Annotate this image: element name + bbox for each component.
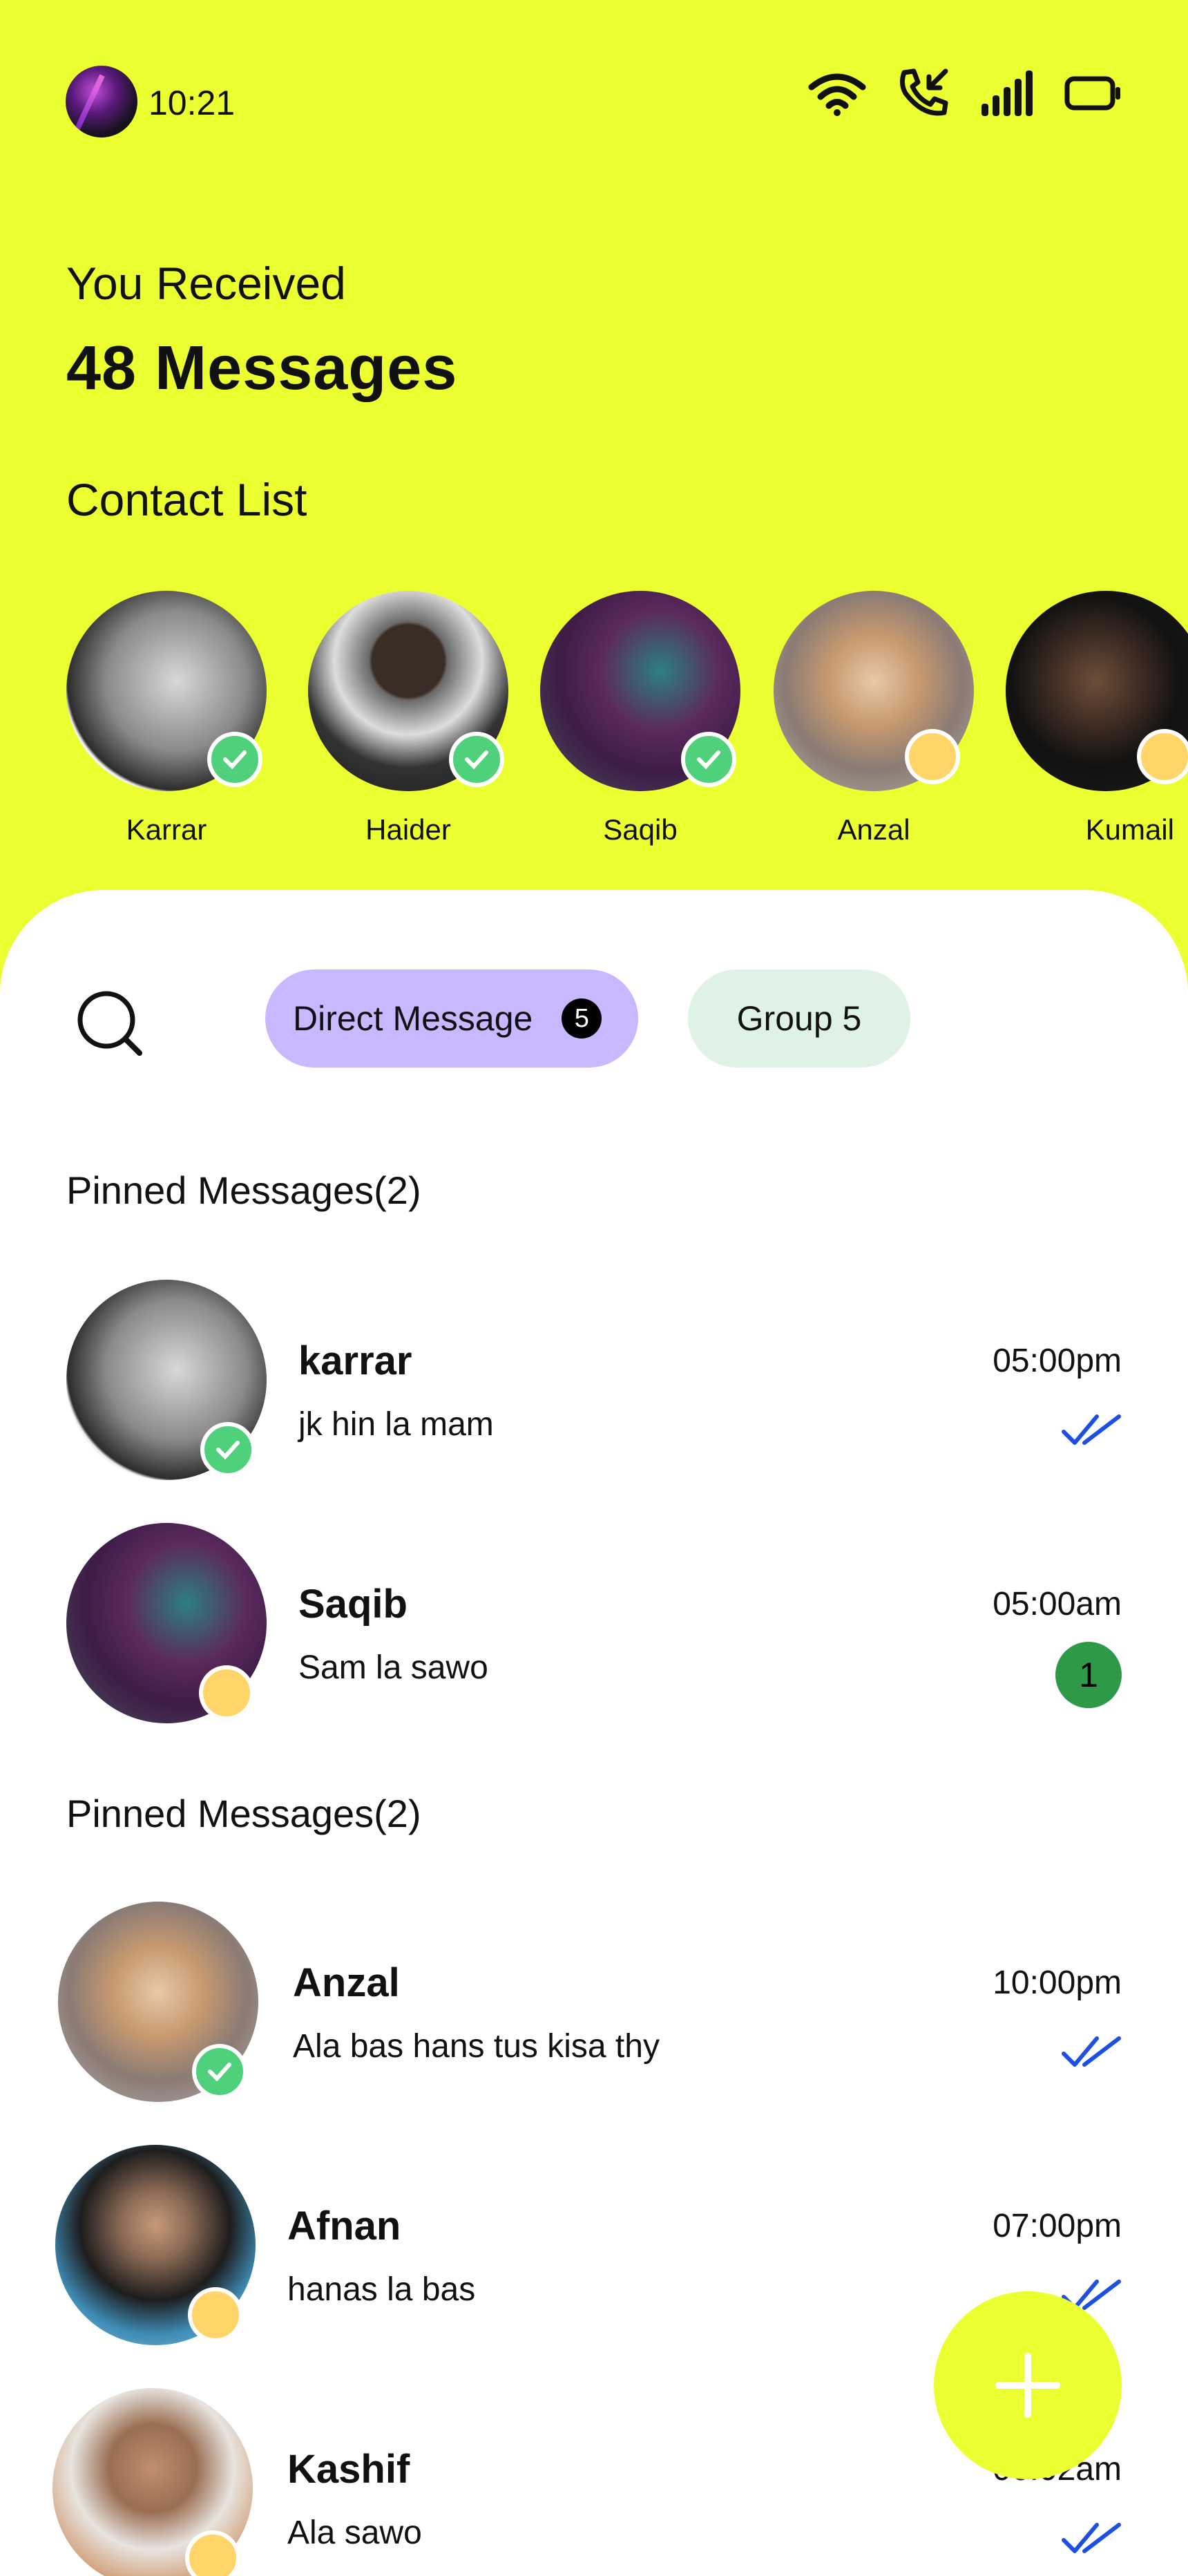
online-badge [449,732,504,787]
messages-count: 48 Messages [66,334,458,403]
contact-karrar[interactable]: Karrar [66,591,267,846]
online-badge [207,732,262,787]
contact-saqib[interactable]: Saqib [540,591,740,846]
message-sender: Afnan [287,2204,401,2248]
message-row[interactable]: Saqib Sam la sawo 05:00am 1 [0,1523,1188,1730]
away-badge [188,2287,243,2342]
message-sender: Saqib [298,1582,408,1627]
double-check-icon [1062,2523,1121,2553]
tab-group-label: Group 5 [736,999,862,1038]
message-time: 07:00pm [993,2208,1122,2244]
away-badge [1137,729,1188,784]
search-icon[interactable] [76,989,145,1059]
online-badge [200,1422,256,1477]
direct-count-badge: 5 [562,998,602,1039]
message-time: 05:00am [993,1586,1122,1622]
contact-kumail[interactable]: Kumail [1006,591,1188,846]
away-badge [905,729,960,784]
section-title: Pinned Messages(2) [66,1168,421,1212]
check-icon [465,750,488,770]
unread-badge: 1 [1055,1642,1122,1708]
double-check-icon [1062,1414,1121,1445]
online-badge [681,732,736,787]
message-time: 05:00pm [993,1343,1122,1379]
contact-anzal[interactable]: Anzal [774,591,974,846]
check-icon [208,2063,231,2082]
message-row[interactable]: karrar jk hin la mam 05:00pm [0,1280,1188,1487]
status-time: 10:21 [148,84,236,122]
message-preview: Ala bas hans tus kisa thy [293,2028,660,2065]
signal-icon [981,70,1033,116]
status-avatar[interactable] [66,66,137,138]
check-icon [223,750,247,770]
new-message-button[interactable] [934,2291,1122,2479]
message-preview: hanas la bas [287,2271,476,2308]
contact-name: Anzal [837,813,910,846]
online-badge [192,2044,247,2099]
received-label: You Received [66,258,346,309]
section-title: Pinned Messages(2) [66,1792,421,1835]
status-icons [807,66,1122,121]
plus-icon [995,2353,1060,2418]
message-sender: Anzal [293,1960,400,2005]
message-preview: Sam la sawo [298,1649,488,1686]
contact-name: Karrar [126,813,207,846]
tab-direct-message[interactable]: Direct Message 5 [265,969,638,1068]
message-preview: jk hin la mam [298,1406,494,1443]
message-row[interactable]: Anzal Ala bas hans tus kisa thy 10:00pm [0,1902,1188,2109]
wifi-icon [808,73,866,116]
contact-haider[interactable]: Haider [308,591,508,846]
message-time: 10:00pm [993,1964,1122,2001]
tab-direct-label: Direct Message [293,999,533,1038]
missed-call-icon [899,68,948,116]
contact-name: Saqib [603,813,678,846]
contact-list-title: Contact List [66,474,307,525]
battery-icon [1064,76,1120,111]
double-check-icon [1062,2036,1121,2067]
check-icon [216,1441,240,1460]
message-sender: Kashif [287,2447,410,2492]
away-badge [199,1665,254,1721]
contact-name: Kumail [1085,813,1174,846]
message-sender: karrar [298,1338,412,1383]
check-icon [697,750,720,770]
message-preview: Ala sawo [287,2515,422,2551]
tab-group[interactable]: Group 5 [688,969,910,1068]
contact-name: Haider [365,813,451,846]
